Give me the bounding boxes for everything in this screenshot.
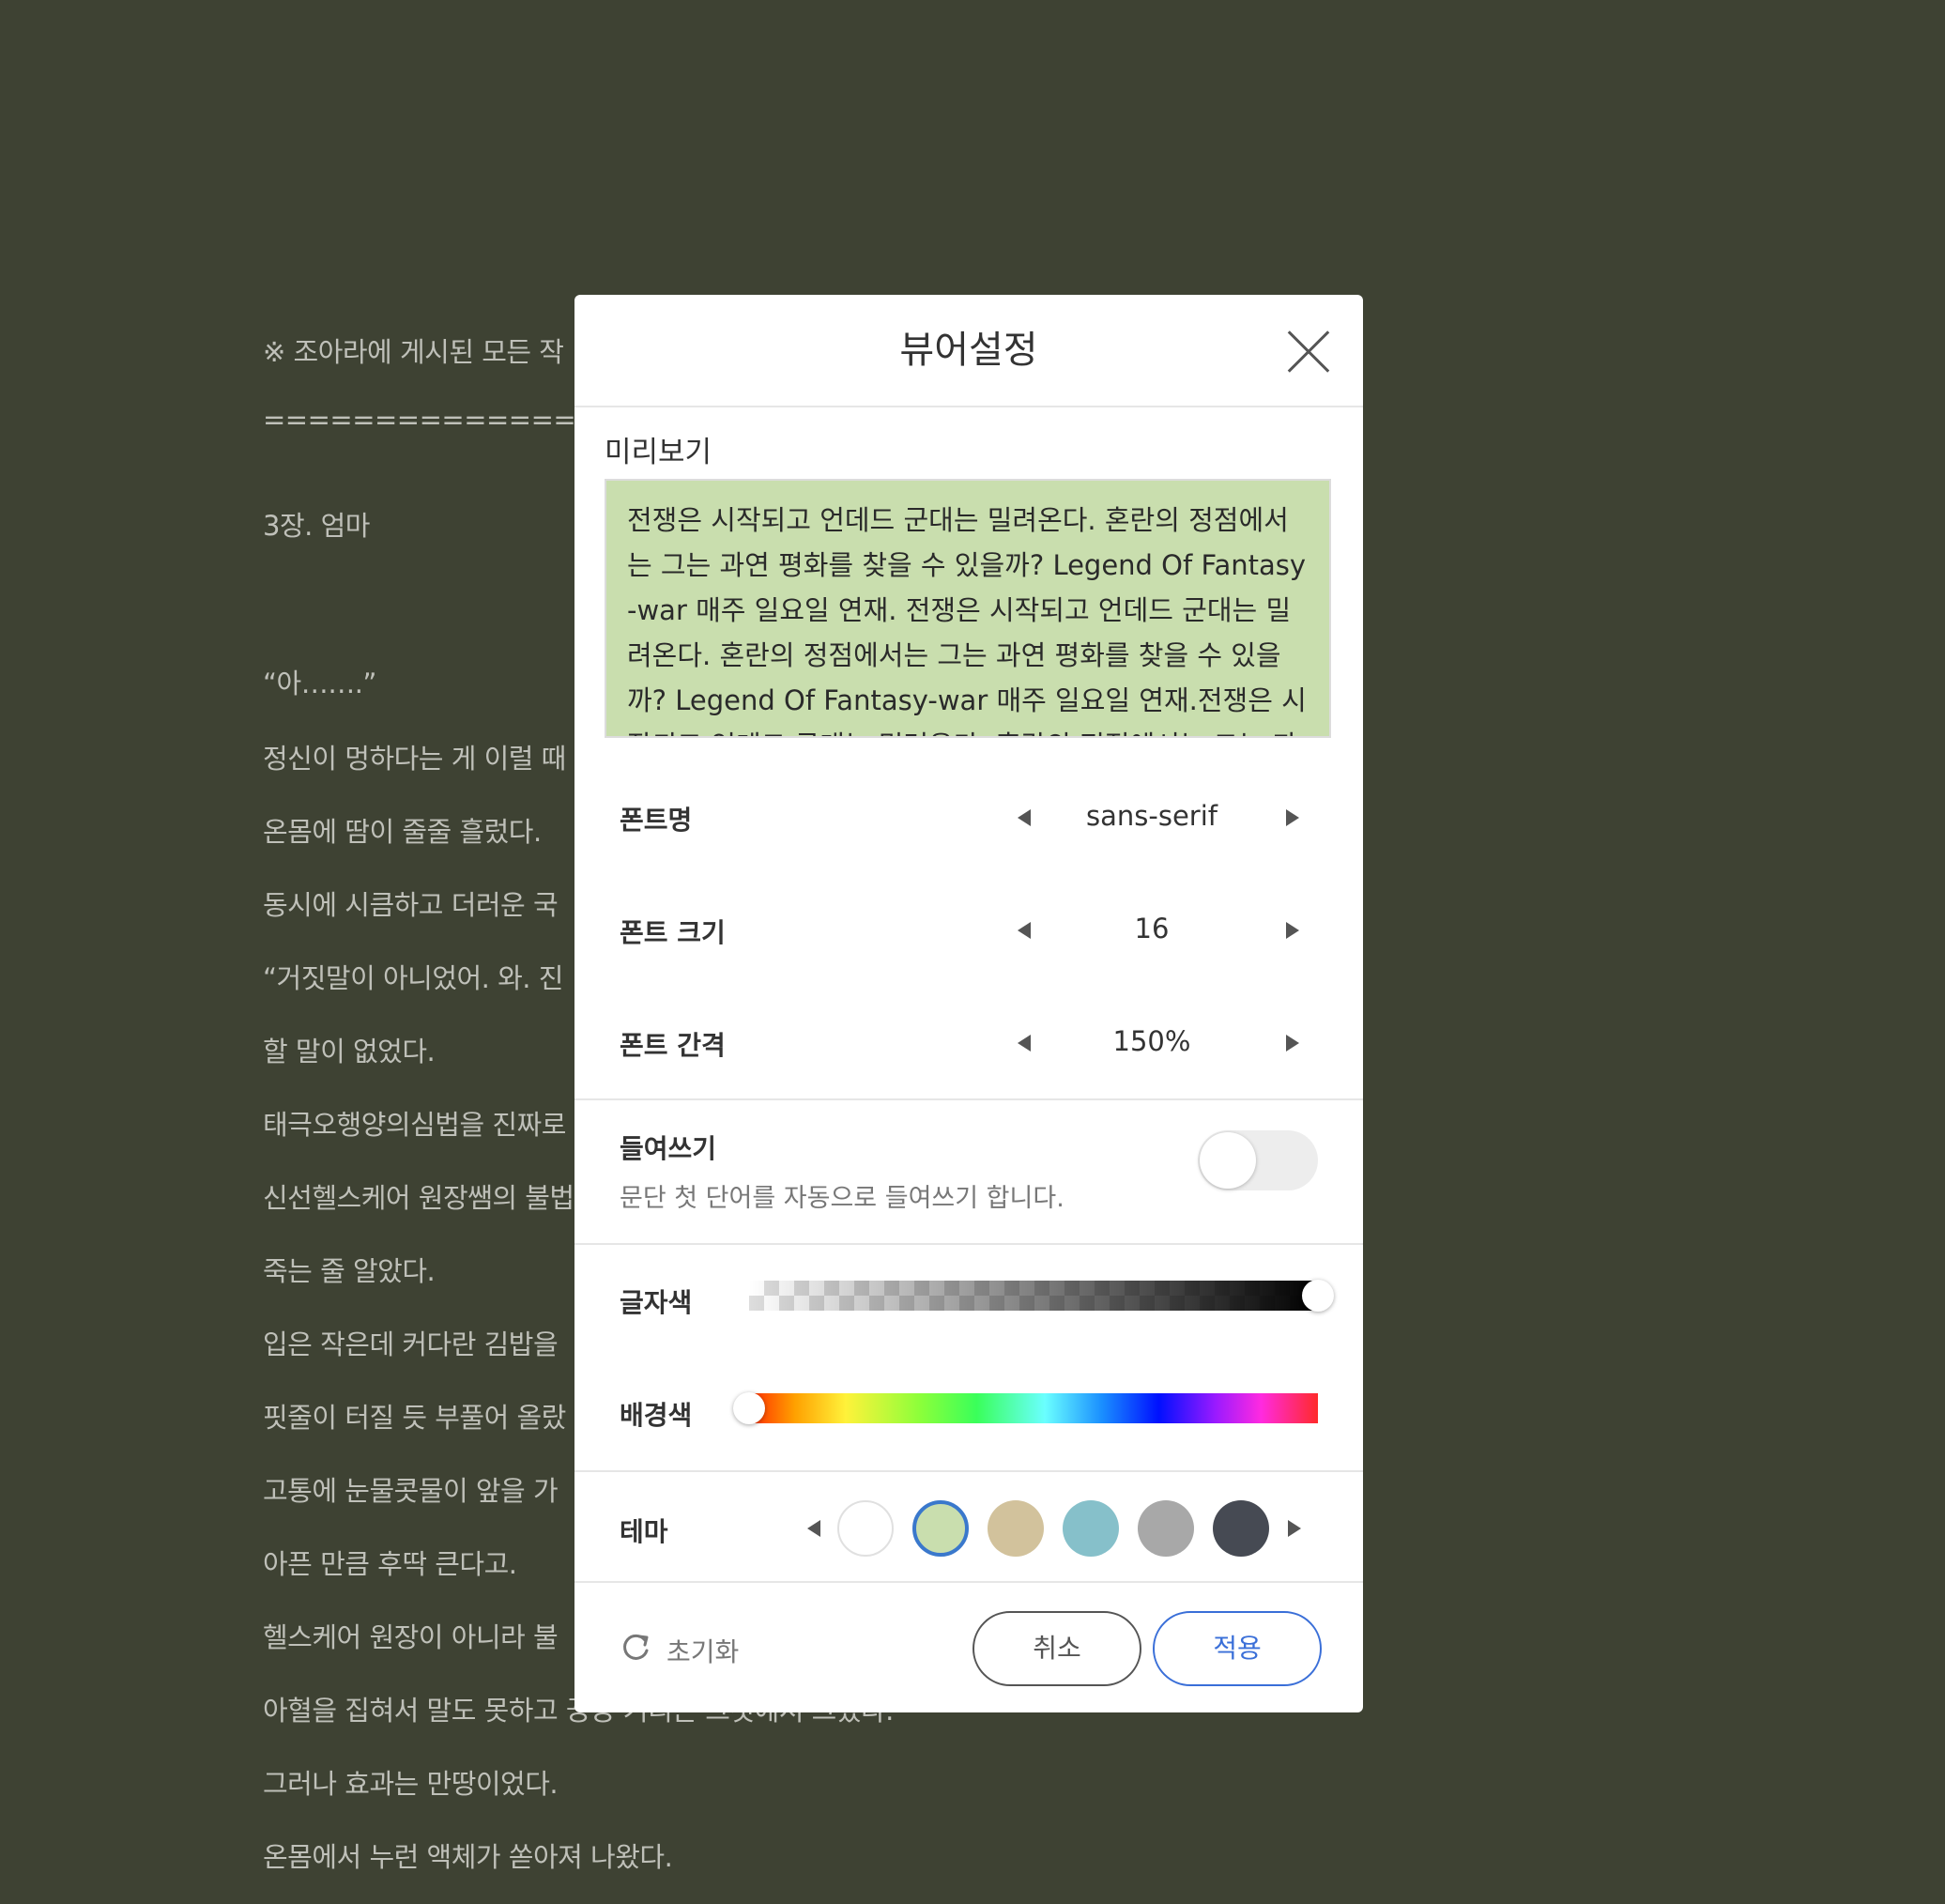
reader-line: 할 말이 없었다.	[263, 1036, 436, 1067]
bg-color-label: 배경색	[620, 1400, 693, 1431]
reader-line: 3장. 엄마	[263, 510, 370, 542]
theme-swatch[interactable]	[1063, 1500, 1119, 1557]
reader-line: 헬스케어 원장이 아니라 불	[263, 1621, 559, 1653]
divider	[574, 1098, 1363, 1100]
theme-prev-icon[interactable]	[807, 1520, 820, 1537]
cancel-button[interactable]: 취소	[972, 1611, 1141, 1686]
reader-line: 입은 작은데 커다란 김밥을	[263, 1328, 559, 1360]
theme-swatch[interactable]	[837, 1500, 894, 1557]
theme-swatch[interactable]	[912, 1500, 969, 1557]
preview-label: 미리보기	[605, 436, 712, 469]
viewer-settings-dialog: 뷰어설정 미리보기 전쟁은 시작되고 언데드 군대는 밀려온다. 혼란의 정점에…	[574, 295, 1363, 1712]
theme-next-icon[interactable]	[1288, 1520, 1301, 1537]
font-size-prev-icon[interactable]	[1018, 922, 1031, 939]
font-spacing-prev-icon[interactable]	[1018, 1035, 1031, 1052]
apply-button[interactable]: 적용	[1153, 1611, 1322, 1686]
reader-line: 온몸에서 누런 액체가 쏟아져 나왔다.	[263, 1841, 673, 1873]
reader-line: 핏줄이 터질 듯 부풀어 올랐	[263, 1402, 566, 1434]
font-size-value: 16	[1134, 913, 1170, 944]
reader-line: ※ 조아라에 게시된 모든 작	[263, 336, 564, 368]
close-icon[interactable]	[1284, 327, 1333, 376]
font-size-next-icon[interactable]	[1286, 922, 1299, 939]
indent-description: 문단 첫 단어를 자동으로 들여쓰기 합니다.	[620, 1184, 1064, 1213]
reader-line: 태극오행양의심법을 진짜로	[263, 1109, 566, 1141]
toggle-knob	[1200, 1132, 1256, 1189]
dialog-title: 뷰어설정	[899, 329, 1038, 372]
font-size-label: 폰트 크기	[620, 917, 726, 948]
reader-line: 정신이 멍하다는 게 이럴 때	[263, 743, 566, 775]
reader-line: 고통에 눈물콧물이 앞을 가	[263, 1475, 559, 1507]
bg-color-slider-knob[interactable]	[733, 1392, 765, 1424]
refresh-icon	[623, 1634, 649, 1660]
reader-line: 죽는 줄 알았다.	[263, 1255, 436, 1287]
reader-line: 아픈 만큼 후딱 큰다고.	[263, 1548, 517, 1580]
text-color-slider[interactable]	[749, 1281, 1318, 1311]
divider	[574, 1243, 1363, 1245]
font-name-label: 폰트명	[620, 805, 693, 836]
indent-label: 들여쓰기	[620, 1133, 717, 1164]
divider	[574, 1581, 1363, 1583]
theme-swatch[interactable]	[1138, 1500, 1194, 1557]
reader-line: 그러나 효과는 만땅이었다.	[263, 1768, 559, 1800]
reader-line: 신선헬스케어 원장쌤의 불법	[263, 1182, 574, 1214]
theme-swatch[interactable]	[1213, 1500, 1269, 1557]
font-name-value: sans-serif	[1086, 800, 1218, 832]
reader-line: 동시에 시큼하고 더러운 국	[263, 889, 559, 921]
theme-label: 테마	[620, 1516, 668, 1547]
bg-color-slider[interactable]	[749, 1393, 1318, 1423]
reader-line: “아…….”	[263, 668, 376, 699]
font-name-prev-icon[interactable]	[1018, 809, 1031, 826]
font-name-next-icon[interactable]	[1286, 809, 1299, 826]
text-color-label: 글자색	[620, 1287, 693, 1318]
font-spacing-label: 폰트 간격	[620, 1030, 726, 1061]
reader-line: 온몸에 땀이 줄줄 흘렀다.	[263, 816, 542, 848]
indent-toggle[interactable]	[1198, 1130, 1318, 1190]
reset-label: 초기화	[666, 1636, 740, 1667]
reader-line: “거짓말이 아니었어. 와. 진	[263, 962, 563, 994]
preview-text: 전쟁은 시작되고 언데드 군대는 밀려온다. 혼란의 정점에서는 그는 과연 평…	[627, 504, 1307, 736]
divider	[574, 1470, 1363, 1472]
dialog-header: 뷰어설정	[574, 295, 1363, 407]
text-color-slider-knob[interactable]	[1302, 1280, 1334, 1312]
font-spacing-next-icon[interactable]	[1286, 1035, 1299, 1052]
theme-swatch[interactable]	[988, 1500, 1044, 1557]
font-spacing-value: 150%	[1112, 1025, 1191, 1057]
preview-box: 전쟁은 시작되고 언데드 군대는 밀려온다. 혼란의 정점에서는 그는 과연 평…	[605, 479, 1331, 738]
